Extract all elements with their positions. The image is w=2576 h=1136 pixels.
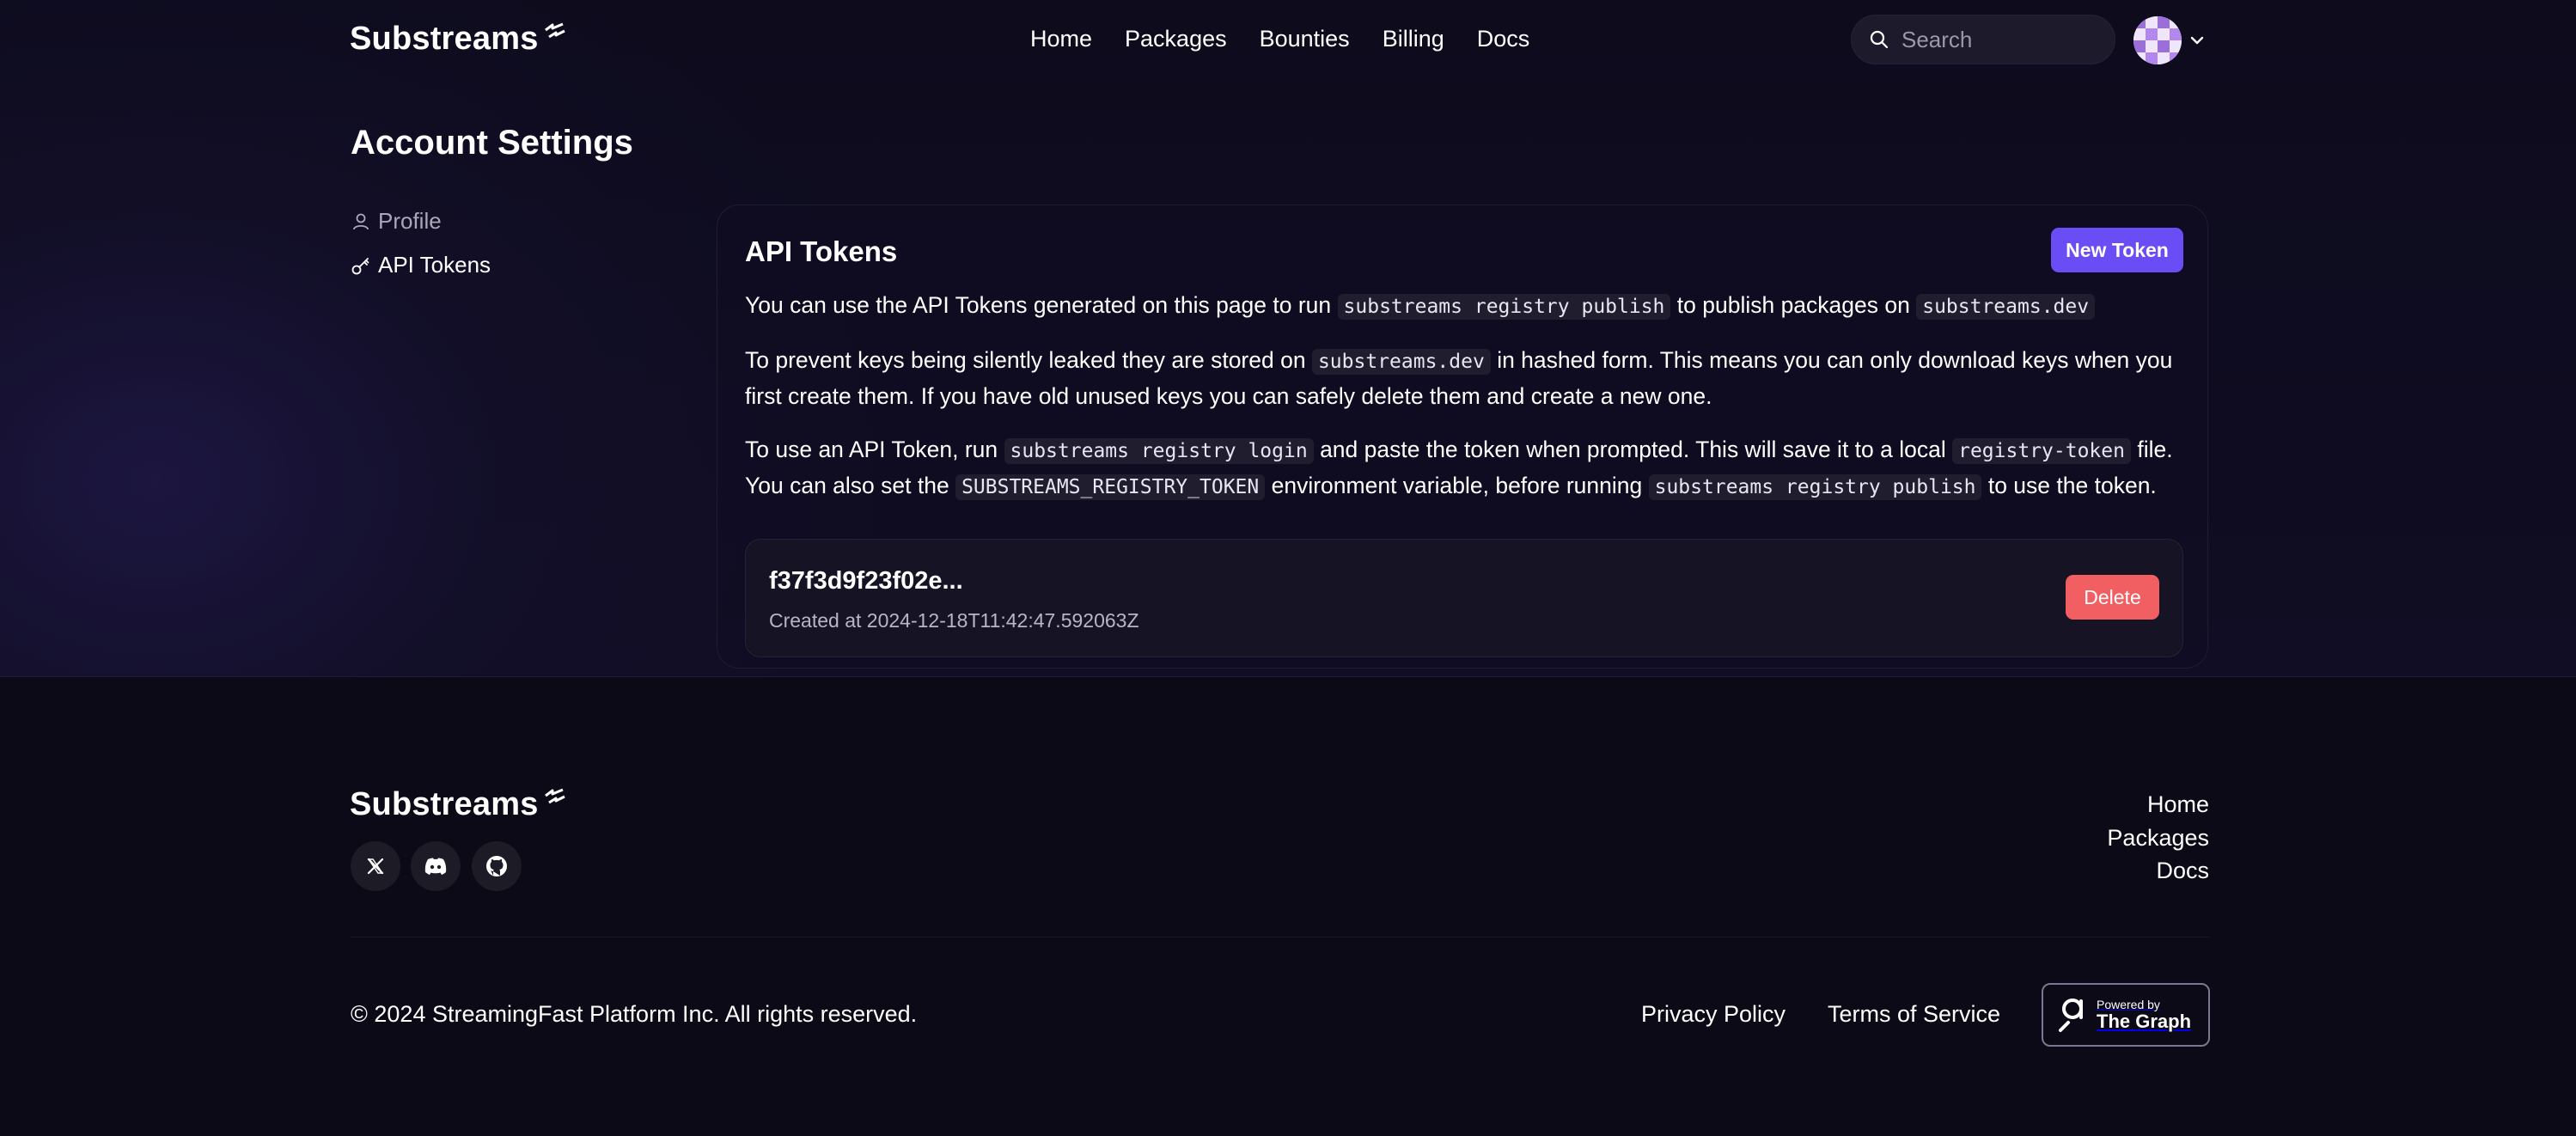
the-graph-text: The Graph (2097, 1011, 2192, 1032)
code-snippet: substreams registry publish (1648, 474, 1982, 500)
terms-of-service-link[interactable]: Terms of Service (1828, 1001, 2000, 1028)
github-social-link[interactable] (472, 841, 522, 891)
text: To use an API Token, run (745, 437, 1004, 462)
description-paragraph-3: To use an API Token, run substreams regi… (745, 432, 2188, 504)
avatar[interactable] (2133, 16, 2182, 64)
token-created-at: Created at 2024-12-18T11:42:47.592063Z (769, 609, 1139, 632)
card-title: API Tokens (745, 235, 898, 267)
text: to use the token. (1981, 473, 2157, 498)
code-snippet: substreams registry login (1004, 438, 1314, 464)
code-snippet: substreams.dev (1916, 294, 2096, 320)
footer-link-home[interactable]: Home (2107, 788, 2209, 821)
code-snippet: registry-token (1952, 438, 2131, 464)
sidebar-item-api-tokens[interactable]: API Tokens (351, 252, 491, 278)
nav-home[interactable]: Home (1030, 26, 1092, 52)
footer-logo[interactable]: Substreams (350, 786, 566, 823)
logo-text: Substreams (350, 21, 539, 57)
avatar-pattern-icon (2133, 16, 2182, 64)
privacy-policy-link[interactable]: Privacy Policy (1641, 1001, 1785, 1028)
main-region: Substreams Home Packages Bounties Billin… (0, 0, 2576, 677)
x-social-link[interactable] (351, 841, 400, 891)
key-icon (351, 257, 369, 274)
text: To prevent keys being silently leaked th… (745, 347, 1312, 373)
sidebar-item-profile[interactable]: Profile (351, 208, 442, 235)
code-snippet: substreams registry publish (1337, 294, 1671, 320)
logo-text: Substreams (350, 786, 539, 822)
the-graph-logo-icon (2059, 999, 2083, 1032)
nav-bounties[interactable]: Bounties (1260, 26, 1350, 52)
text: and paste the token when prompted. This … (1313, 437, 1953, 462)
api-tokens-card: API Tokens New Token You can use the API… (717, 205, 2208, 669)
token-item: f37f3d9f23f02e... Created at 2024-12-18T… (745, 539, 2183, 657)
search-box[interactable] (1851, 15, 2115, 64)
new-token-button[interactable]: New Token (2051, 228, 2183, 272)
delete-token-button[interactable]: Delete (2066, 575, 2159, 620)
description-paragraph-2: To prevent keys being silently leaked th… (745, 343, 2188, 413)
sidebar-item-label: Profile (378, 208, 442, 234)
page-title: Account Settings (351, 124, 633, 162)
copyright-text: © 2024 StreamingFast Platform Inc. All r… (351, 1001, 918, 1027)
nav-packages[interactable]: Packages (1125, 26, 1227, 52)
search-icon (1870, 30, 1889, 49)
footer-divider (351, 937, 2210, 938)
footer-links: Home Packages Docs (2107, 788, 2209, 888)
x-icon (367, 858, 384, 875)
github-icon (486, 856, 507, 876)
nav-docs[interactable]: Docs (1477, 26, 1530, 52)
powered-by-the-graph-badge[interactable]: Powered by The Graph (2042, 983, 2210, 1047)
footer-link-docs[interactable]: Docs (2107, 854, 2209, 888)
text: You can use the API Tokens generated on … (745, 292, 1338, 318)
search-input[interactable] (1901, 26, 2099, 53)
discord-social-link[interactable] (411, 841, 461, 891)
nav-billing[interactable]: Billing (1383, 26, 1444, 52)
powered-by-text: Powered by (2097, 998, 2160, 1011)
token-name: f37f3d9f23f02e... (769, 567, 963, 595)
sidebar-item-label: API Tokens (378, 252, 491, 278)
logo-mark-icon (544, 788, 565, 803)
footer-link-packages[interactable]: Packages (2107, 821, 2209, 855)
text: to publish packages on (1670, 292, 1917, 318)
user-icon (353, 213, 369, 229)
code-snippet: substreams.dev (1311, 349, 1491, 375)
header-logo[interactable]: Substreams (350, 21, 566, 58)
code-snippet: SUBSTREAMS_REGISTRY_TOKEN (955, 474, 1266, 500)
chevron-down-icon[interactable] (2188, 32, 2206, 49)
badge-text: Powered by The Graph (2097, 998, 2191, 1032)
text: environment variable, before running (1265, 473, 1649, 498)
discord-icon (424, 858, 447, 875)
logo-mark-icon (544, 22, 565, 38)
main-nav: Home Packages Bounties Billing Docs (1030, 26, 1529, 52)
description-paragraph-1: You can use the API Tokens generated on … (745, 288, 2188, 324)
footer: Substreams Home Packages Docs © 2024 Str… (0, 678, 2576, 1136)
